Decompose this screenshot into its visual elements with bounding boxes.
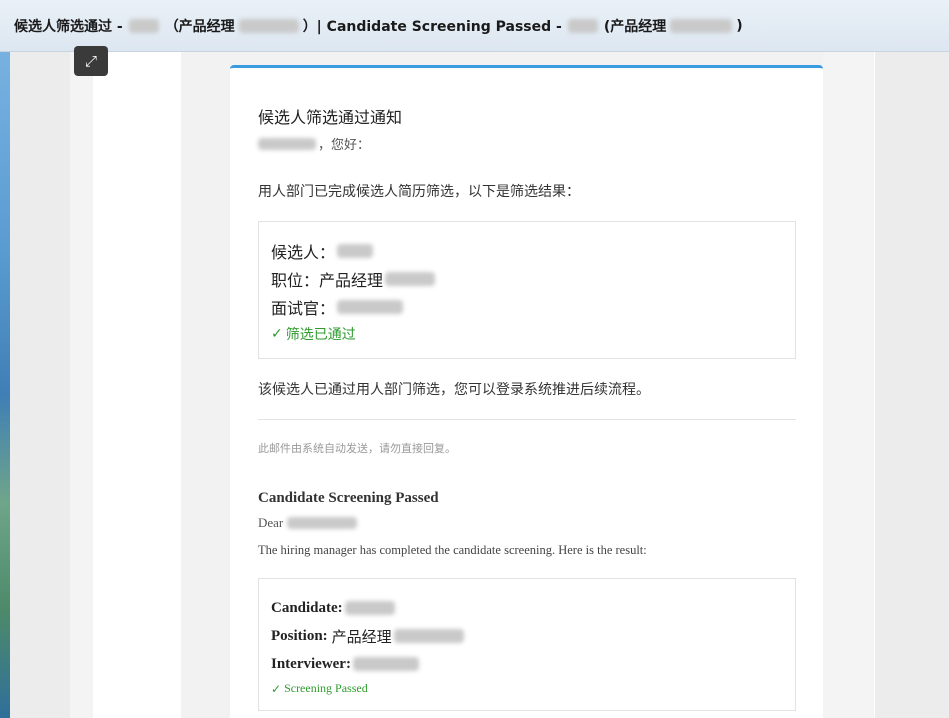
en-candidate-row: Candidate: [271, 597, 783, 619]
redacted-position-code [393, 629, 464, 643]
title-prefix: 候选人筛选通过 - [14, 18, 123, 35]
redacted-interviewer-name [337, 300, 404, 314]
cn-interviewer-label: 面试官： [271, 301, 336, 318]
cn-status-text: 筛选已通过 [285, 328, 356, 343]
check-icon: ✓ [271, 326, 283, 342]
title-suffix: ) [736, 17, 743, 34]
email-card: 候选人筛选通过通知 ，您好： 用人部门已完成候选人简历筛选，以下是筛选结果： 候… [230, 65, 823, 718]
en-status-passed: ✓ Screening Passed [271, 681, 783, 696]
cn-heading: 候选人筛选通过通知 [258, 110, 403, 127]
cn-candidate-row: 候选人： [271, 240, 783, 262]
section-divider [258, 419, 796, 420]
expand-button[interactable]: ⤢ [74, 46, 108, 76]
en-info-box: Candidate: Position: 产品经理 Interviewer: ✓… [258, 578, 796, 711]
en-candidate-label: Candidate: [271, 599, 343, 616]
cn-candidate-label: 候选人： [271, 245, 336, 262]
cn-greeting-suffix: ，您好： [318, 137, 371, 152]
redacted-candidate-name [128, 18, 159, 33]
en-position-row: Position: 产品经理 [271, 625, 783, 647]
viewer-gutter-right [823, 52, 873, 718]
window-title-bar[interactable]: 候选人筛选通过 - （产品经理 ）| Candidate Screening P… [0, 0, 949, 52]
cn-position-label: 职位： [271, 273, 320, 290]
cn-status-passed: ✓ 筛选已通过 [271, 324, 783, 344]
desktop-background [0, 0, 10, 718]
window-title: 候选人筛选通过 - （产品经理 ）| Candidate Screening P… [14, 16, 743, 36]
en-position-label: Position: [271, 627, 328, 644]
cn-auto-note: 此邮件由系统自动发送，请勿直接回复。 [258, 443, 456, 455]
title-mid2: ）| Candidate Screening Passed - [302, 18, 562, 35]
title-mid3: (产品经理 [603, 18, 667, 35]
redacted-interviewer-name [352, 657, 419, 671]
redacted-candidate-name [344, 601, 395, 615]
en-status-text: Screening Passed [284, 681, 368, 695]
en-heading: Candidate Screening Passed [258, 490, 439, 506]
en-intro: The hiring manager has completed the can… [258, 543, 647, 557]
cn-info-box: 候选人： 职位： 产品经理 面试官： ✓ 筛选已通过 [258, 221, 796, 359]
redacted-candidate-name [567, 18, 598, 33]
cn-followup: 该候选人已通过用人部门筛选，您可以登录系统推进后续流程。 [258, 383, 650, 398]
en-position-value: 产品经理 [331, 629, 392, 646]
cn-position-row: 职位： 产品经理 [271, 268, 783, 290]
email-viewer: ⤢ 候选人筛选通过通知 ，您好： 用人部门已完成候选人简历筛选，以下是筛选结果：… [10, 46, 949, 718]
redacted-candidate-name [337, 244, 374, 258]
redacted-recipient-name [258, 137, 316, 150]
redacted-position-code [385, 272, 436, 286]
redacted-position-code [238, 18, 299, 33]
redacted-recipient-name [287, 517, 358, 529]
expand-icon: ⤢ [84, 52, 97, 70]
cn-intro: 用人部门已完成候选人简历筛选，以下是筛选结果： [258, 185, 580, 200]
en-interviewer-label: Interviewer: [271, 655, 351, 672]
en-greeting-word: Dear [258, 515, 284, 530]
en-interviewer-row: Interviewer: [271, 653, 783, 675]
cn-interviewer-row: 面试官： [271, 296, 783, 318]
check-icon: ✓ [271, 681, 282, 696]
en-greeting: Dear [258, 515, 796, 531]
cn-greeting: ，您好： [258, 134, 796, 153]
cn-position-value: 产品经理 [319, 273, 384, 290]
redacted-position-code [670, 18, 733, 33]
title-mid1: （产品经理 [164, 18, 235, 35]
